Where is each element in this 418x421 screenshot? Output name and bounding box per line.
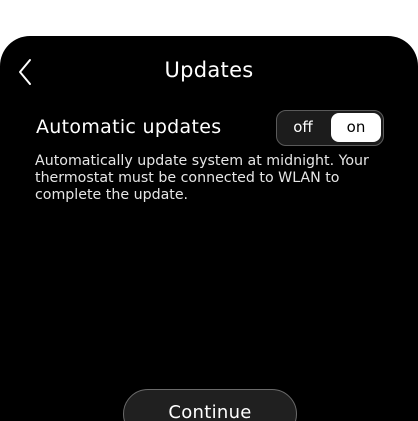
page-title: Updates: [164, 58, 254, 82]
toggle-on-option[interactable]: on: [331, 113, 381, 142]
updates-screen: Updates Automatic updates off on Automat…: [0, 36, 418, 421]
automatic-updates-label: Automatic updates: [36, 116, 222, 138]
continue-button[interactable]: Continue: [123, 389, 297, 421]
setting-description: Automatically update system at midnight.…: [35, 153, 369, 203]
automatic-updates-toggle[interactable]: off on: [276, 110, 384, 146]
toggle-off-option[interactable]: off: [277, 111, 329, 144]
